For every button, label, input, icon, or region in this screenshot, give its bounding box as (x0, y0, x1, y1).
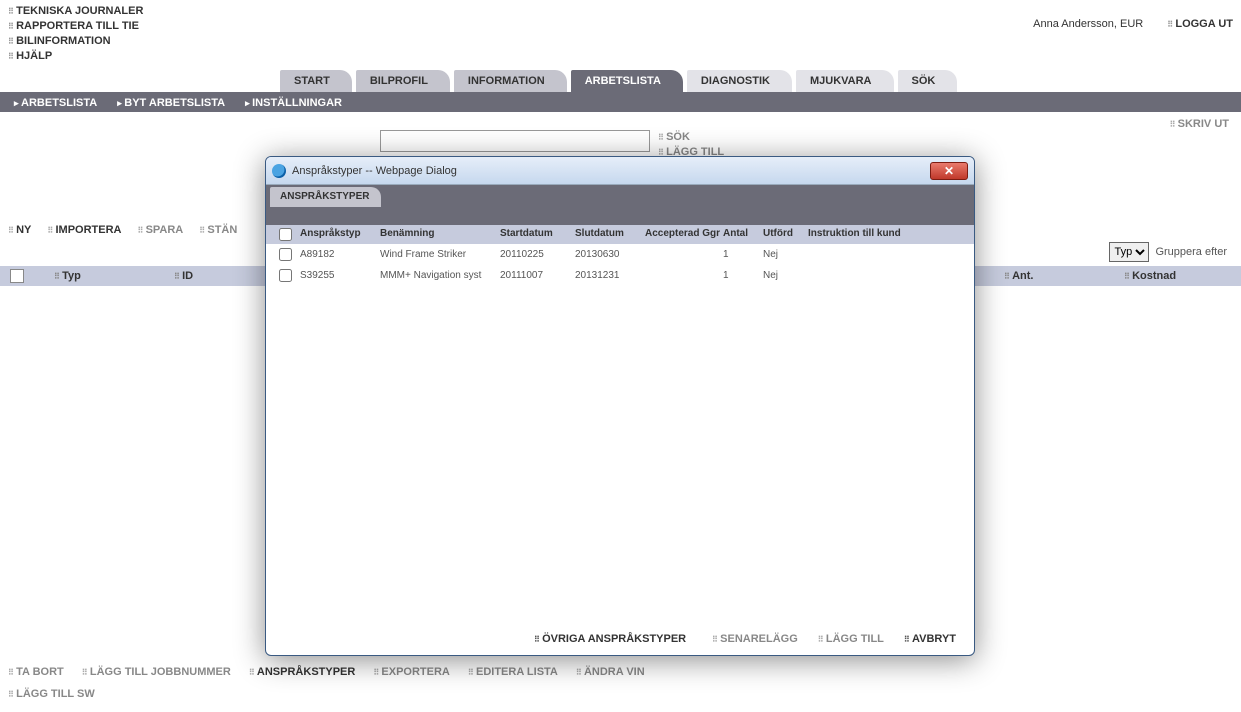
logout-link[interactable]: LOGGA UT (1167, 18, 1233, 30)
action-spara[interactable]: SPARA (137, 224, 183, 236)
menu-rapportera[interactable]: RAPPORTERA TILL TIE (8, 19, 143, 34)
row-antal: 1 (723, 270, 763, 281)
row-ben: MMM+ Navigation syst (380, 270, 500, 281)
dialog-title: Anspråkstyper -- Webpage Dialog (292, 165, 457, 177)
dcol-utf[interactable]: Utförd (763, 228, 808, 241)
row-utf: Nej (763, 270, 808, 281)
dcol-typ[interactable]: Anspråkstyp (300, 228, 380, 241)
bottom-laggjob[interactable]: LÄGG TILL JOBBNUMMER (82, 666, 231, 678)
table-row[interactable]: S39255 MMM+ Navigation syst 20111007 201… (266, 265, 974, 286)
row-checkbox[interactable] (279, 248, 292, 261)
bottom-editera[interactable]: EDITERA LISTA (468, 666, 558, 678)
subnav-installningar[interactable]: INSTÄLLNINGAR (245, 97, 342, 109)
bottom-tabort[interactable]: TA BORT (8, 666, 64, 678)
dcol-inst[interactable]: Instruktion till kund (808, 228, 908, 241)
subnav-byt[interactable]: BYT ARBETSLISTA (117, 97, 225, 109)
row-ed: 20131231 (575, 270, 645, 281)
row-sd: 20111007 (500, 270, 575, 281)
dlg-lagg[interactable]: LÄGG TILL (818, 633, 884, 645)
row-checkbox[interactable] (279, 269, 292, 282)
row-typ: S39255 (300, 270, 380, 281)
action-importera[interactable]: IMPORTERA (47, 224, 121, 236)
tab-information[interactable]: INFORMATION (454, 70, 567, 92)
group-label: Gruppera efter (1155, 246, 1227, 258)
tab-bilprofil[interactable]: BILPROFIL (356, 70, 450, 92)
sok-link[interactable]: SÖK (658, 130, 724, 145)
subnav-arbetslista[interactable]: ARBETSLISTA (14, 97, 97, 109)
close-icon[interactable]: ✕ (930, 162, 968, 180)
row-sd: 20110225 (500, 249, 575, 260)
row-typ: A89182 (300, 249, 380, 260)
dialog-table-header: Anspråkstyp Benämning Startdatum Slutdat… (266, 225, 974, 244)
ansprakstyper-dialog: Anspråkstyper -- Webpage Dialog ✕ ANSPRÅ… (265, 156, 975, 656)
dcol-antal[interactable]: Antal (723, 228, 763, 241)
left-menu: TEKNISKA JOURNALER RAPPORTERA TILL TIE B… (8, 4, 143, 64)
ie-icon (272, 164, 286, 178)
skriv-ut-link[interactable]: SKRIV UT (1170, 118, 1229, 130)
dcol-sd[interactable]: Startdatum (500, 228, 575, 241)
dialog-select-all[interactable] (279, 228, 292, 241)
bottom-andra[interactable]: ÄNDRA VIN (576, 666, 645, 678)
row-antal: 1 (723, 249, 763, 260)
action-ny[interactable]: NY (8, 224, 31, 236)
dcol-ed[interactable]: Slutdatum (575, 228, 645, 241)
row-utf: Nej (763, 249, 808, 260)
row-ed: 20130630 (575, 249, 645, 260)
tab-arbetslista[interactable]: ARBETSLISTA (571, 70, 683, 92)
bottom-anspr[interactable]: ANSPRÅKSTYPER (249, 666, 356, 678)
menu-tekniska[interactable]: TEKNISKA JOURNALER (8, 4, 143, 19)
table-row[interactable]: A89182 Wind Frame Striker 20110225 20130… (266, 244, 974, 265)
group-select[interactable]: Typ (1109, 242, 1149, 262)
tab-start[interactable]: START (280, 70, 352, 92)
dlg-avbryt[interactable]: AVBRYT (904, 633, 956, 645)
dcol-acc[interactable]: Accepterad Ggr (645, 228, 723, 241)
sub-nav: ARBETSLISTA BYT ARBETSLISTA INSTÄLLNINGA… (0, 94, 1241, 112)
dcol-ben[interactable]: Benämning (380, 228, 500, 241)
menu-hjalp[interactable]: HJÄLP (8, 49, 143, 64)
tab-mjukvara[interactable]: MJUKVARA (796, 70, 894, 92)
search-input[interactable] (380, 130, 650, 152)
menu-bilinformation[interactable]: BILINFORMATION (8, 34, 143, 49)
col-kost[interactable]: Kostnad (1124, 270, 1214, 282)
dlg-ovriga[interactable]: ÖVRIGA ANSPRÅKSTYPER (534, 633, 686, 645)
action-stang[interactable]: STÄN (199, 224, 237, 236)
main-tabs: START BILPROFIL INFORMATION ARBETSLISTA … (0, 70, 1241, 94)
row-ben: Wind Frame Striker (380, 249, 500, 260)
tab-sok[interactable]: SÖK (898, 70, 958, 92)
col-typ[interactable]: Typ (54, 270, 144, 282)
bottom-laggsw[interactable]: LÄGG TILL SW (8, 688, 95, 700)
col-ant[interactable]: Ant. (1004, 270, 1094, 282)
select-all-checkbox[interactable] (10, 269, 24, 283)
dialog-tab-ansprakstyper[interactable]: ANSPRÅKSTYPER (270, 187, 381, 207)
user-name: Anna Andersson, EUR (1033, 18, 1143, 30)
dlg-senare[interactable]: SENARELÄGG (712, 633, 798, 645)
bottom-export[interactable]: EXPORTERA (373, 666, 450, 678)
tab-diagnostik[interactable]: DIAGNOSTIK (687, 70, 792, 92)
